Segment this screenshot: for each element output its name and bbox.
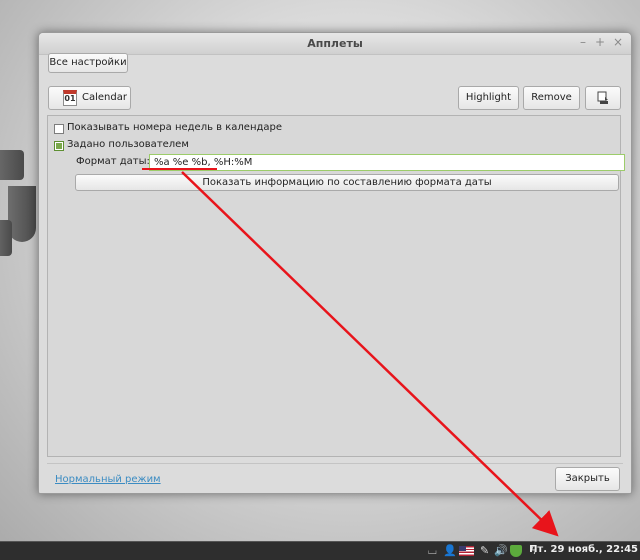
custom-format-checkbox[interactable]	[54, 141, 64, 151]
week-numbers-label: Показывать номера недель в календаре	[67, 122, 283, 133]
minimize-icon[interactable]: –	[576, 35, 590, 49]
date-format-input[interactable]	[149, 154, 625, 171]
all-settings-button[interactable]: Все настройки	[48, 53, 128, 73]
title-bar[interactable]: Апплеты – + ×	[39, 33, 631, 55]
footer-divider	[47, 463, 623, 464]
window-title: Апплеты	[307, 37, 363, 50]
normal-mode-link[interactable]: Нормальный режим	[55, 474, 161, 485]
close-button[interactable]: Закрыть	[555, 467, 620, 491]
remove-button[interactable]: Remove	[523, 86, 580, 110]
maximize-icon[interactable]: +	[593, 35, 607, 49]
format-info-button[interactable]: Показать информацию по составлению форма…	[75, 174, 619, 191]
custom-format-label: Задано пользователем	[67, 139, 189, 150]
pen-icon[interactable]: ✎	[480, 544, 489, 558]
configure-button[interactable]	[585, 86, 621, 110]
shield-icon[interactable]	[510, 545, 522, 557]
date-format-label: Формат даты:	[76, 156, 150, 167]
taskbar-clock[interactable]: Пт. 29 нояб., 22:45	[529, 544, 638, 555]
highlight-button[interactable]: Highlight	[458, 86, 519, 110]
settings-panel: Показывать номера недель в календаре Зад…	[47, 115, 625, 457]
close-icon[interactable]: ×	[611, 35, 625, 49]
applets-window: Апплеты – + × Все настройки 01 Calendar …	[38, 32, 632, 494]
week-numbers-checkbox[interactable]	[54, 124, 64, 134]
volume-icon[interactable]: 🔊	[494, 544, 508, 558]
applet-selector-button[interactable]: 01 Calendar	[48, 86, 131, 110]
desktop-background-logo	[0, 150, 40, 260]
applet-name: Calendar	[82, 92, 127, 103]
calendar-icon: 01	[63, 90, 77, 106]
user-icon[interactable]: 👤	[443, 544, 457, 558]
taskbar: ⌴ 👤 ✎ 🔊 ϟ Пт. 29 нояб., 22:45	[0, 541, 640, 560]
us-flag-icon[interactable]	[459, 546, 474, 556]
applet-config-icon	[597, 91, 608, 104]
keyboard-icon[interactable]: ⌴	[428, 544, 437, 558]
